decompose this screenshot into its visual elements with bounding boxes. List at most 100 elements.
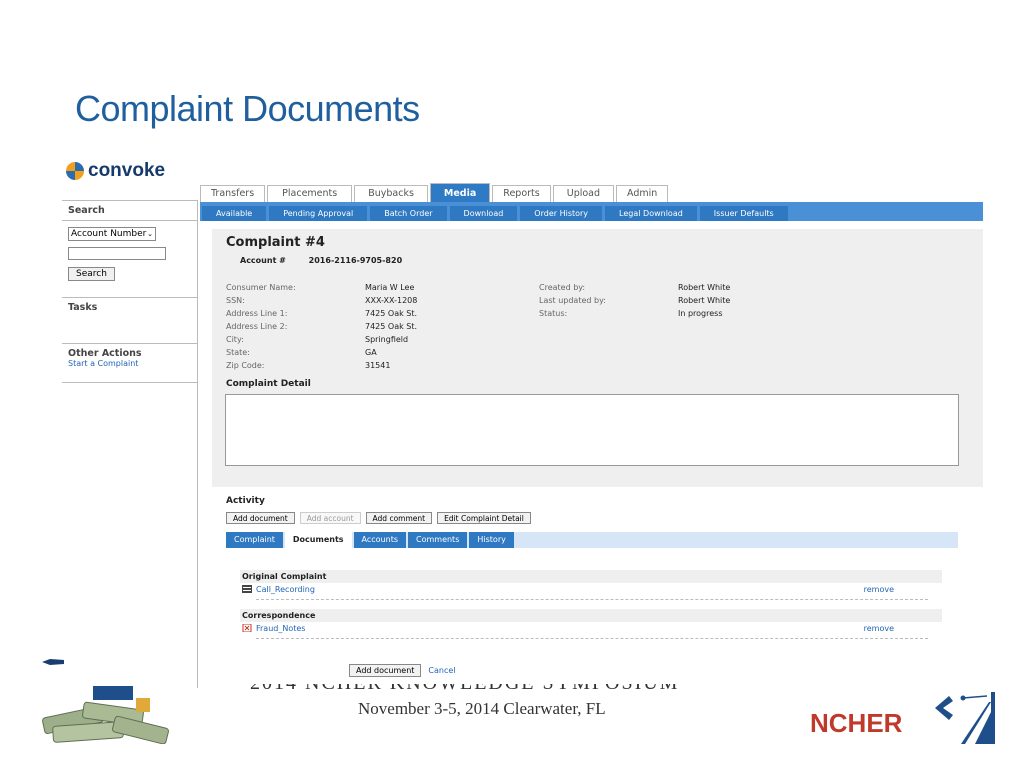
account-label: Account #	[240, 256, 286, 265]
subnav-pending-approval[interactable]: Pending Approval	[269, 206, 368, 221]
document-actions: Add document Cancel	[349, 664, 456, 677]
edit-complaint-detail-button[interactable]: Edit Complaint Detail	[437, 512, 531, 524]
field-value: 31541	[365, 361, 391, 370]
document-link[interactable]: Call_Recording	[256, 585, 315, 594]
footer-title: 2014 NCHER KNOWLEDGE SYMPOSIUM	[250, 684, 770, 692]
tab-documents[interactable]: Documents	[284, 532, 352, 548]
ncher-logo: NCHER	[810, 688, 1000, 748]
list-item: Call_Recording remove	[240, 583, 942, 595]
convoke-logo: convoke	[66, 160, 165, 182]
other-actions-heading: Other Actions	[68, 348, 142, 359]
meta-value: In progress	[678, 309, 723, 318]
footer-date: November 3-5, 2014 Clearwater, FL	[358, 699, 606, 718]
sub-nav: Available Pending Approval Batch Order D…	[200, 202, 983, 221]
complaint-title: Complaint #4	[226, 235, 325, 250]
remove-link[interactable]: remove	[864, 624, 894, 633]
tab-transfers[interactable]: Transfers	[200, 185, 266, 202]
meta-label: Status:	[539, 309, 568, 318]
convoke-logo-text: convoke	[88, 160, 166, 181]
complaint-panel: Complaint #4 Account # 2016-2116-9705-82…	[212, 229, 983, 487]
section-heading: Original Complaint	[240, 570, 942, 583]
field-label: SSN:	[226, 296, 245, 305]
tab-admin[interactable]: Admin	[616, 185, 669, 202]
field-row: Zip Code: 31541	[226, 361, 417, 374]
field-row: Address Line 1: 7425 Oak St.	[226, 309, 417, 322]
field-value: 7425 Oak St.	[365, 322, 418, 331]
add-account-button[interactable]: Add account	[299, 512, 361, 524]
tab-history[interactable]: History	[469, 532, 514, 548]
subnav-issuer-defaults[interactable]: Issuer Defaults	[699, 206, 788, 221]
sidebar: Search Account Number ⌄ Search Tasks Oth…	[62, 200, 197, 383]
meta-row: Created by: Robert White	[539, 283, 730, 296]
search-input[interactable]	[68, 247, 166, 260]
start-complaint-link[interactable]: Start a Complaint	[62, 359, 197, 368]
tab-media[interactable]: Media	[429, 183, 491, 202]
field-row: Address Line 2: 7425 Oak St.	[226, 322, 417, 335]
field-row: City: Springfield	[226, 335, 417, 348]
footer-title-text: 2014 NCHER KNOWLEDGE SYMPOSIUM	[250, 684, 770, 692]
field-value: Maria W Lee	[365, 283, 415, 292]
subnav-download[interactable]: Download	[449, 206, 518, 221]
account-number: Account # 2016-2116-9705-820	[240, 256, 402, 265]
field-row: State: GA	[226, 348, 417, 361]
consumer-fields: Consumer Name: Maria W Lee SSN: XXX-XX-120…	[226, 283, 417, 374]
tab-comments[interactable]: Comments	[408, 532, 468, 548]
complaint-detail-textarea[interactable]	[225, 394, 959, 466]
meta-row: Last updated by: Robert White	[539, 296, 730, 309]
audio-file-icon	[242, 585, 252, 593]
meta-label: Created by:	[539, 283, 586, 292]
field-value: XXX-XX-1208	[365, 296, 418, 305]
field-row: SSN: XXX-XX-1208	[226, 296, 417, 309]
activity-buttons: Add document Add account Add comment Edi…	[226, 512, 531, 524]
chevron-down-icon: ⌄	[147, 230, 153, 238]
field-label: Address Line 1:	[226, 309, 288, 318]
top-nav: Transfers Placements Buybacks Media Repo…	[200, 183, 669, 202]
field-row: Consumer Name: Maria W Lee	[226, 283, 417, 296]
meta-value: Robert White	[678, 296, 731, 305]
field-label: Zip Code:	[226, 361, 265, 370]
field-value: GA	[365, 348, 377, 357]
complaint-detail-label: Complaint Detail	[226, 379, 311, 389]
field-label: Address Line 2:	[226, 322, 288, 331]
field-label: City:	[226, 335, 244, 344]
activity-tabs: Complaint Documents Accounts Comments Hi…	[226, 532, 958, 548]
convoke-logo-icon	[66, 162, 84, 180]
meta-label: Last updated by:	[539, 296, 606, 305]
sidebar-divider	[197, 200, 198, 688]
tab-complaint[interactable]: Complaint	[226, 532, 283, 548]
add-document-submit-button[interactable]: Add document	[349, 664, 422, 677]
slide-title: Complaint Documents	[75, 88, 420, 129]
tab-upload[interactable]: Upload	[552, 185, 615, 202]
subnav-available[interactable]: Available	[202, 206, 267, 221]
remove-link[interactable]: remove	[864, 585, 894, 594]
ncher-logo-icon	[935, 692, 995, 744]
search-type-value: Account Number	[71, 229, 147, 239]
arrow-left-icon	[42, 659, 64, 665]
tab-placements[interactable]: Placements	[267, 185, 353, 202]
subnav-order-history[interactable]: Order History	[520, 206, 603, 221]
add-document-button[interactable]: Add document	[226, 512, 295, 524]
tab-accounts[interactable]: Accounts	[353, 532, 406, 548]
money-stack-icon	[42, 686, 169, 744]
list-item: Fraud_Notes remove	[240, 622, 942, 634]
search-type-select[interactable]: Account Number ⌄	[68, 227, 156, 241]
complaint-meta: Created by: Robert White Last updated by:…	[539, 283, 730, 322]
search-button[interactable]: Search	[68, 267, 115, 281]
tab-reports[interactable]: Reports	[492, 185, 551, 202]
section-heading: Correspondence	[240, 609, 942, 622]
subnav-legal-download[interactable]: Legal Download	[605, 206, 697, 221]
account-value: 2016-2116-9705-820	[308, 256, 403, 265]
meta-value: Robert White	[678, 283, 731, 292]
ncher-logo-text: NCHER	[810, 708, 903, 738]
document-section: Correspondence Fraud_Notes remove	[240, 609, 942, 639]
meta-row: Status: In progress	[539, 309, 730, 322]
cancel-link[interactable]: Cancel	[428, 666, 455, 675]
document-section: Original Complaint Call_Recording remove	[240, 570, 942, 600]
subnav-batch-order[interactable]: Batch Order	[370, 206, 447, 221]
field-value: 7425 Oak St.	[365, 309, 418, 318]
tab-buybacks[interactable]: Buybacks	[354, 185, 428, 202]
field-value: Springfield	[365, 335, 409, 344]
tasks-heading: Tasks	[68, 302, 98, 313]
document-link[interactable]: Fraud_Notes	[256, 624, 305, 633]
add-comment-button[interactable]: Add comment	[365, 512, 433, 524]
